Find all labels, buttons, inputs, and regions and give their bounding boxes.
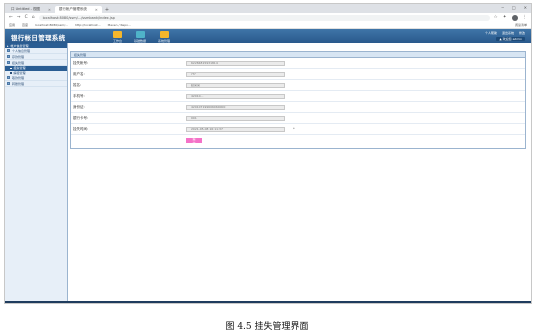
reload-icon[interactable]: C [25, 15, 28, 20]
required-mark: * [293, 127, 295, 131]
app-header: 银行帐日管理系统 工作台 基础数据 系统管理 个人帮助 退出系统 修改 ▲ 欢迎… [5, 29, 531, 44]
tab-label: 银行帐户管理系统 [58, 7, 87, 11]
browser-tab[interactable]: 口 Untitled - 视图 ✕ [7, 6, 55, 13]
form-row-card-number: 银行卡号: 001 [71, 113, 525, 124]
home-icon[interactable]: ⌂ [32, 15, 35, 20]
browser-tab-active[interactable]: 银行帐户管理系统 ✕ [54, 6, 102, 13]
browser-window: 口 Untitled - 视图 ✕ 银行帐户管理系统 ✕ + ─ □ ✕ ← →… [4, 3, 532, 304]
profile-avatar[interactable] [511, 14, 518, 21]
field-label: 银行卡号: [73, 115, 89, 120]
close-icon[interactable]: ✕ [95, 8, 98, 12]
figure-caption: 图 4.5 挂失管理界面 [225, 322, 309, 332]
folder-icon [7, 55, 10, 58]
logout-link[interactable]: 退出系统 [502, 31, 514, 35]
sidebar-item-label: 挂失管理 [12, 60, 25, 65]
name-field[interactable]: 赵某某 [186, 82, 285, 88]
window-controls: ─ □ ✕ [501, 5, 527, 10]
bookmarks-bar: 应用 百度 localhost:8080/ssm/... http://loca… [5, 22, 531, 29]
bullet-icon [10, 72, 12, 74]
folder-icon [7, 49, 10, 52]
account-number-field[interactable]: 62284815931814 [186, 60, 285, 66]
help-link[interactable]: 个人帮助 [485, 31, 497, 35]
folder-icon: ▸ [7, 43, 9, 48]
module-system[interactable]: 系统管理 [158, 29, 170, 43]
form-actions: 提交 [71, 135, 525, 146]
bookmark-item[interactable]: 百度 [22, 23, 28, 27]
back-icon[interactable]: ← [9, 15, 13, 20]
folder-icon [159, 31, 169, 38]
workbench-icon [113, 31, 122, 38]
id-card-field[interactable]: 420107199606060000 [186, 104, 285, 110]
field-label: 姓名: [73, 82, 82, 87]
sidebar-item-label: 取款管理 [12, 75, 25, 80]
maximize-icon[interactable]: □ [512, 5, 516, 10]
main-content: 挂失管理 挂失帐号: 62284815931814 用户名: ??? 姓名: 赵… [68, 43, 531, 303]
app-title: 银行帐日管理系统 [11, 33, 66, 42]
username-field[interactable]: ??? [186, 71, 285, 77]
field-label: 挂失时间: [73, 126, 89, 131]
toolbar-actions: ☆ ✦ ⋮ [494, 14, 528, 21]
form-row-loss-time: 挂失时间: 2021-05-08 16:11:37 * [71, 124, 525, 135]
close-icon[interactable]: ✕ [48, 8, 51, 12]
phone-field[interactable]: 42010... [186, 93, 285, 99]
loss-report-form: 挂失管理 挂失帐号: 62284815931814 用户名: ??? 姓名: 赵… [70, 51, 526, 149]
reading-list[interactable]: 阅读清单 [515, 23, 527, 27]
sidebar-item-transfer[interactable]: 转账管理 [5, 81, 67, 87]
bookmark-item[interactable]: http://localhost... [75, 23, 101, 27]
people-icon [135, 31, 145, 38]
sidebar-item-label: 挂失管理 [13, 66, 26, 71]
folder-icon [7, 61, 10, 64]
new-tab-button[interactable]: + [102, 6, 112, 13]
folder-icon [7, 82, 10, 85]
field-label: 手机号: [73, 93, 85, 98]
loss-time-field[interactable]: 2021-05-08 16:11:37 [186, 126, 285, 132]
bookmark-item[interactable]: Maven / Repo... [108, 23, 131, 27]
browser-toolbar: ← → C ⌂ localhost:8080/ssm/.../ssmbank/i… [5, 13, 531, 22]
address-bar[interactable]: localhost:8080/ssm/.../ssmbank/index.jsp [38, 14, 490, 21]
sidebar-item-label: 存款管理 [12, 54, 25, 59]
taskbar [5, 301, 531, 303]
form-row-username: 用户名: ??? [71, 69, 525, 80]
browser-tab-strip: 口 Untitled - 视图 ✕ 银行帐户管理系统 ✕ + ─ □ ✕ [5, 4, 531, 13]
bookmark-item[interactable]: localhost:8080/ssm/... [35, 23, 68, 27]
form-row-phone: 手机号: 42010... [71, 91, 525, 102]
star-icon[interactable]: ☆ [494, 15, 498, 20]
form-row-account: 挂失帐号: 62284815931814 [71, 58, 525, 69]
sidebar-item-label: 个人信息管理 [12, 48, 31, 53]
sidebar: ▸ 帐户信息管理 个人信息管理 存款管理 挂失管理 挂失管理 解挂管理 取款管理 [5, 43, 68, 303]
form-row-name: 姓名: 赵某某 [71, 80, 525, 91]
forward-icon[interactable]: → [17, 15, 21, 20]
header-links: 个人帮助 退出系统 修改 [485, 31, 525, 35]
folder-icon [7, 76, 10, 79]
menu-icon[interactable]: ⋮ [523, 15, 528, 20]
close-window-icon[interactable]: ✕ [524, 5, 527, 10]
form-row-id-card: 身份证: 420107199606060000 [71, 102, 525, 113]
module-workbench[interactable]: 工作台 [113, 29, 122, 43]
sidebar-header-label: 帐户信息管理 [10, 43, 29, 48]
modify-link[interactable]: 修改 [519, 31, 525, 35]
card-number-field[interactable]: 001 [186, 115, 285, 121]
bullet-icon [10, 67, 12, 69]
sidebar-item-label: 解挂管理 [13, 70, 26, 75]
header-user-area: 个人帮助 退出系统 修改 ▲ 欢迎您 admin [485, 31, 525, 41]
submit-button[interactable]: 提交 [186, 137, 202, 145]
tab-label: 口 Untitled - 视图 [11, 7, 40, 11]
module-nav: 工作台 基础数据 系统管理 [113, 29, 170, 43]
minimize-icon[interactable]: ─ [501, 5, 503, 10]
field-label: 挂失帐号: [73, 60, 89, 65]
field-label: 用户名: [73, 71, 85, 76]
sidebar-item-label: 转账管理 [12, 81, 25, 86]
module-basic-data[interactable]: 基础数据 [134, 29, 146, 43]
bookmark-item[interactable]: 应用 [9, 23, 15, 27]
field-label: 身份证: [73, 104, 85, 109]
user-badge: ▲ 欢迎您 admin [496, 37, 525, 41]
extensions-icon[interactable]: ✦ [503, 15, 507, 20]
